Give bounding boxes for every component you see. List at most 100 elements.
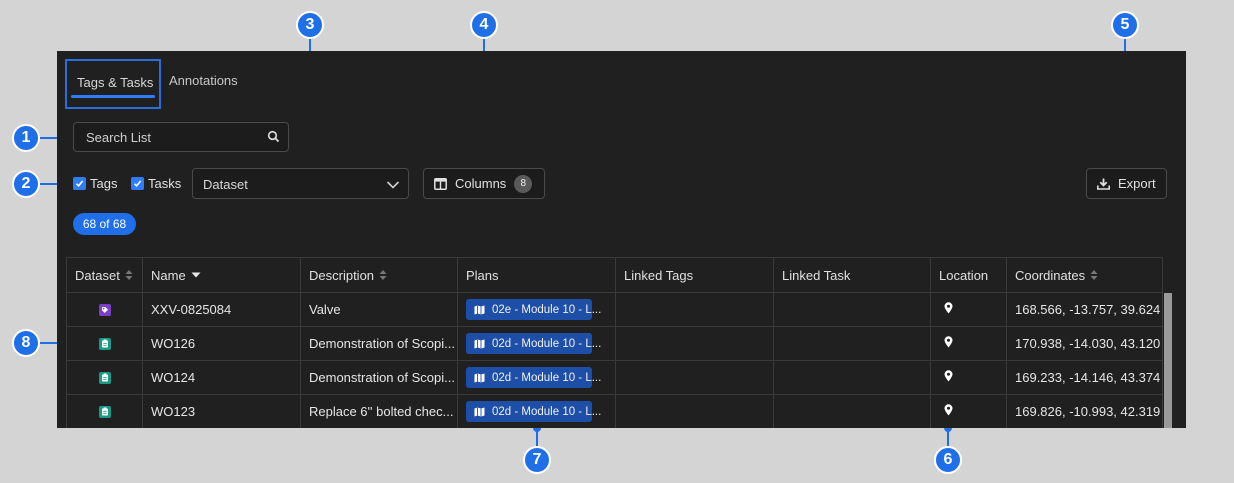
dataset-cell: [66, 361, 142, 394]
active-tab-indicator: [71, 95, 155, 98]
plan-label: 02d - Module 10 - L...: [492, 337, 602, 350]
columns-button-label: Columns: [455, 176, 507, 191]
callout-1: 1: [12, 124, 40, 152]
tab-tags-and-tasks[interactable]: Tags & Tasks: [65, 59, 161, 109]
map-icon: [474, 373, 485, 383]
data-table: Dataset Name Description Plans Linked Ta…: [66, 257, 1163, 428]
column-header-linked-tags[interactable]: Linked Tags: [615, 258, 773, 292]
linked-tags-cell: [615, 327, 773, 360]
tags-checkbox-label: Tags: [90, 176, 118, 191]
location-cell: [930, 293, 1006, 326]
sort-icon[interactable]: [379, 269, 387, 281]
plan-label: 02d - Module 10 - L...: [492, 405, 602, 418]
dataset-select[interactable]: Dataset: [192, 168, 409, 199]
table-row[interactable]: XXV-0825084 Valve 02e - Module 10 - L...…: [66, 293, 1163, 327]
table-header-row: Dataset Name Description Plans Linked Ta…: [66, 258, 1163, 293]
checkbox-checked-icon[interactable]: [73, 177, 86, 190]
column-header-linked-task[interactable]: Linked Task: [773, 258, 930, 292]
column-header-name[interactable]: Name: [142, 258, 300, 292]
linked-task-cell: [773, 293, 930, 326]
description-cell: Demonstration of Scopi...: [300, 327, 457, 360]
plan-chip[interactable]: 02e - Module 10 - L...: [466, 299, 601, 320]
sort-desc-icon[interactable]: [191, 271, 201, 279]
download-icon: [1097, 178, 1110, 190]
column-header-dataset[interactable]: Dataset: [66, 258, 142, 292]
location-cell: [930, 361, 1006, 394]
column-header-plans[interactable]: Plans: [457, 258, 615, 292]
sort-icon[interactable]: [125, 269, 133, 281]
dataset-select-value: Dataset: [203, 177, 248, 192]
tags-checkbox[interactable]: Tags: [73, 176, 117, 191]
export-button[interactable]: Export: [1086, 168, 1167, 199]
column-header-description[interactable]: Description: [300, 258, 457, 292]
export-button-label: Export: [1118, 176, 1156, 191]
coordinates-cell: 169.233, -14.146, 43.374: [1006, 361, 1163, 394]
clipboard-icon: [98, 405, 111, 418]
linked-task-cell: [773, 327, 930, 360]
chevron-down-icon: [386, 178, 400, 193]
name-cell: WO123: [142, 395, 300, 428]
callout-2: 2: [12, 170, 40, 198]
column-header-label: Dataset: [75, 267, 120, 283]
name-cell: WO126: [142, 327, 300, 360]
column-header-label: Name: [151, 267, 186, 283]
search-icon[interactable]: [267, 130, 280, 148]
search-input[interactable]: [84, 129, 258, 146]
tasks-checkbox[interactable]: Tasks: [131, 176, 181, 191]
coordinates-cell: 170.938, -14.030, 43.120: [1006, 327, 1163, 360]
map-icon: [474, 407, 485, 417]
tag-icon: [98, 303, 111, 316]
result-count-badge: 68 of 68: [73, 213, 136, 235]
plan-chip[interactable]: 02d - Module 10 - L...: [466, 333, 601, 354]
tasks-checkbox-label: Tasks: [148, 176, 182, 191]
callout-6: 6: [934, 446, 962, 474]
location-cell: [930, 395, 1006, 428]
coordinates-cell: 168.566, -13.757, 39.624: [1006, 293, 1163, 326]
sort-icon[interactable]: [1090, 269, 1098, 281]
map-icon: [474, 339, 485, 349]
plans-cell: 02d - Module 10 - L...: [457, 361, 615, 394]
search-box[interactable]: [73, 122, 289, 152]
name-cell: WO124: [142, 361, 300, 394]
linked-task-cell: [773, 395, 930, 428]
callout-8: 8: [12, 329, 40, 357]
table-row[interactable]: WO124 Demonstration of Scopi... 02d - Mo…: [66, 361, 1163, 395]
description-cell: Valve: [300, 293, 457, 326]
dataset-cell: [66, 327, 142, 360]
map-pin-icon[interactable]: [944, 302, 953, 317]
column-header-location[interactable]: Location: [930, 258, 1006, 292]
tab-annotations[interactable]: Annotations: [169, 73, 238, 88]
column-header-label: Coordinates: [1015, 267, 1086, 283]
plan-chip[interactable]: 02d - Module 10 - L...: [466, 367, 601, 388]
linked-tags-cell: [615, 395, 773, 428]
column-header-coordinates[interactable]: Coordinates: [1006, 258, 1163, 292]
column-header-label: Description: [309, 267, 375, 283]
plans-cell: 02d - Module 10 - L...: [457, 395, 615, 428]
coordinates-cell: 169.826, -10.993, 42.319: [1006, 395, 1163, 428]
map-pin-icon[interactable]: [944, 370, 953, 385]
plan-label: 02e - Module 10 - L...: [492, 303, 602, 316]
table-scrollbar[interactable]: [1164, 293, 1172, 428]
plans-cell: 02d - Module 10 - L...: [457, 327, 615, 360]
description-cell: Demonstration of Scopi...: [300, 361, 457, 394]
linked-tags-cell: [615, 293, 773, 326]
location-cell: [930, 327, 1006, 360]
table-row[interactable]: WO126 Demonstration of Scopi... 02d - Mo…: [66, 327, 1163, 361]
clipboard-icon: [98, 337, 111, 350]
linked-tags-cell: [615, 361, 773, 394]
callout-4: 4: [470, 11, 498, 39]
checkbox-checked-icon[interactable]: [131, 177, 144, 190]
name-cell: XXV-0825084: [142, 293, 300, 326]
plan-chip[interactable]: 02d - Module 10 - L...: [466, 401, 601, 422]
columns-count-badge: 8: [514, 174, 533, 193]
map-pin-icon[interactable]: [944, 404, 953, 419]
columns-icon: [434, 177, 447, 190]
columns-button[interactable]: Columns 8: [423, 168, 545, 199]
plans-cell: 02e - Module 10 - L...: [457, 293, 615, 326]
dataset-cell: [66, 395, 142, 428]
tags-tasks-panel: Tags & Tasks Annotations Tags Tasks Data…: [57, 51, 1186, 428]
map-pin-icon[interactable]: [944, 336, 953, 351]
tab-label: Tags & Tasks: [77, 75, 154, 90]
table-row[interactable]: WO123 Replace 6'' bolted chec... 02d - M…: [66, 395, 1163, 428]
linked-task-cell: [773, 361, 930, 394]
